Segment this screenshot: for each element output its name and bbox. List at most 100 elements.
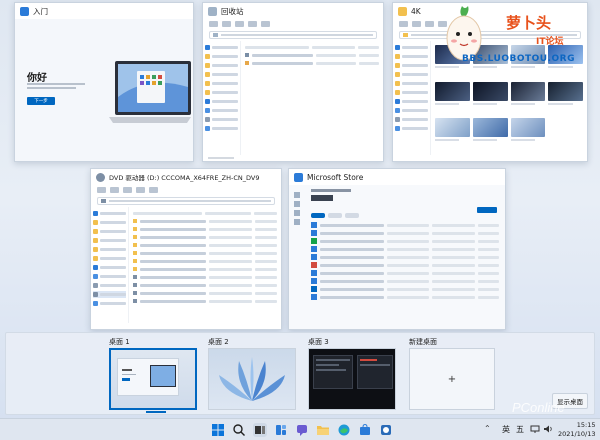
widgets-icon[interactable]	[274, 423, 288, 437]
folder-icon	[205, 54, 210, 59]
list-item[interactable]	[245, 52, 379, 58]
store-content	[289, 185, 505, 329]
explorer-body	[203, 41, 383, 155]
watermark-logo: 萝卜头 IT论坛 BBS.LUOBOTOU.ORG	[440, 4, 598, 76]
apps-icon[interactable]	[294, 201, 300, 207]
list-item[interactable]	[133, 258, 277, 264]
app-row[interactable]	[311, 262, 499, 268]
paste-icon[interactable]	[248, 21, 257, 27]
recycle-bin-icon	[213, 33, 218, 37]
app-icon[interactable]	[379, 423, 393, 437]
next-button[interactable]: 下一步	[27, 97, 55, 105]
app-row[interactable]	[311, 238, 499, 244]
app-row[interactable]	[311, 270, 499, 276]
copy-icon[interactable]	[123, 187, 132, 193]
update-button[interactable]	[477, 207, 497, 213]
image-thumbnail[interactable]	[472, 118, 508, 151]
list-item[interactable]	[133, 234, 277, 240]
list-item[interactable]	[133, 274, 277, 280]
dvd-drive-icon	[93, 292, 98, 297]
greeting-text	[27, 83, 85, 89]
window-dvd-drive[interactable]: DVD 驱动器 (D:) CCCOMA_X64FRE_ZH-CN_DV9	[90, 168, 282, 330]
list-item[interactable]	[133, 226, 277, 232]
copy-icon[interactable]	[425, 21, 434, 27]
delete-icon[interactable]	[261, 21, 270, 27]
app-row[interactable]	[311, 294, 499, 300]
app-row[interactable]	[311, 286, 499, 292]
window-titlebar[interactable]: 回收站	[203, 3, 383, 19]
image-thumbnail[interactable]	[510, 118, 546, 151]
clock-date: 2021/10/13	[558, 430, 596, 438]
image-thumbnail[interactable]	[510, 81, 546, 115]
tab-filter[interactable]	[345, 213, 359, 218]
clock[interactable]: 15:15 2021/10/13	[558, 421, 595, 439]
brand-subtitle: IT论坛	[536, 37, 564, 47]
file-list	[241, 41, 383, 155]
folder-icon	[395, 54, 400, 59]
library-icon[interactable]	[294, 219, 300, 225]
window-titlebar[interactable]: DVD 驱动器 (D:) CCCOMA_X64FRE_ZH-CN_DV9	[91, 169, 281, 185]
app-row[interactable]	[311, 222, 499, 228]
new-button[interactable]	[399, 21, 408, 27]
copy-icon[interactable]	[235, 21, 244, 27]
window-get-started[interactable]: 入门 你好 下一步	[14, 2, 194, 162]
window-microsoft-store[interactable]: Microsoft Store	[288, 168, 506, 330]
home-icon[interactable]	[294, 192, 300, 198]
new-button[interactable]	[97, 187, 106, 193]
rename-icon[interactable]	[149, 187, 158, 193]
list-item[interactable]	[133, 266, 277, 272]
folder-icon	[395, 63, 400, 68]
paste-icon[interactable]	[136, 187, 145, 193]
cut-icon[interactable]	[222, 21, 231, 27]
ime-indicator[interactable]: 英	[502, 424, 510, 435]
ime-mode-indicator[interactable]: 五	[516, 424, 524, 435]
desktop-thumbnail[interactable]	[308, 348, 396, 410]
window-titlebar[interactable]: Microsoft Store	[289, 169, 505, 185]
app-row[interactable]	[311, 254, 499, 260]
desktop-thumbnail[interactable]	[208, 348, 296, 410]
list-item[interactable]	[133, 282, 277, 288]
volume-icon[interactable]	[543, 424, 553, 434]
list-item[interactable]	[133, 242, 277, 248]
recycle-bin-icon	[208, 6, 217, 16]
search-icon[interactable]	[232, 423, 246, 437]
file-explorer-icon[interactable]	[316, 423, 330, 437]
cut-icon[interactable]	[412, 21, 421, 27]
desktop-label: 桌面 3	[308, 338, 329, 346]
list-item[interactable]	[133, 290, 277, 296]
edge-icon[interactable]	[337, 423, 351, 437]
image-thumbnail[interactable]	[435, 118, 470, 151]
games-icon[interactable]	[294, 210, 300, 216]
new-button[interactable]	[209, 21, 218, 27]
tray-chevron-icon[interactable]: ⌃	[484, 424, 491, 433]
list-item[interactable]	[245, 60, 379, 66]
chat-icon[interactable]	[295, 423, 309, 437]
desktop-thumbnail[interactable]	[109, 348, 197, 410]
image-thumbnail[interactable]	[472, 81, 508, 115]
image-thumbnail[interactable]	[435, 81, 470, 115]
window-titlebar[interactable]: 入门	[15, 3, 193, 19]
address-bar[interactable]	[97, 197, 275, 205]
app-row[interactable]	[311, 246, 499, 252]
app-row[interactable]	[311, 230, 499, 236]
task-view-icon[interactable]	[253, 423, 267, 437]
tab-filter[interactable]	[311, 213, 325, 218]
image-thumbnail[interactable]	[548, 81, 583, 115]
greeting-heading: 你好	[27, 73, 47, 84]
windows-start-icon[interactable]	[211, 423, 225, 437]
window-recycle-bin[interactable]: 回收站	[202, 2, 384, 162]
network-icon[interactable]	[530, 424, 540, 434]
address-bar[interactable]	[209, 31, 377, 39]
list-item[interactable]	[133, 218, 277, 224]
new-desktop-button[interactable]: +	[409, 348, 495, 410]
list-item[interactable]	[133, 298, 277, 304]
store-icon[interactable]	[358, 423, 372, 437]
cut-icon[interactable]	[110, 187, 119, 193]
tab-filter[interactable]	[328, 213, 342, 218]
app-row[interactable]	[311, 278, 499, 284]
list-item[interactable]	[133, 250, 277, 256]
this-pc-icon	[205, 108, 210, 113]
wallpaper-bloom	[219, 357, 285, 401]
window-content: 你好 下一步	[15, 19, 193, 161]
navigation-pane	[393, 41, 431, 155]
